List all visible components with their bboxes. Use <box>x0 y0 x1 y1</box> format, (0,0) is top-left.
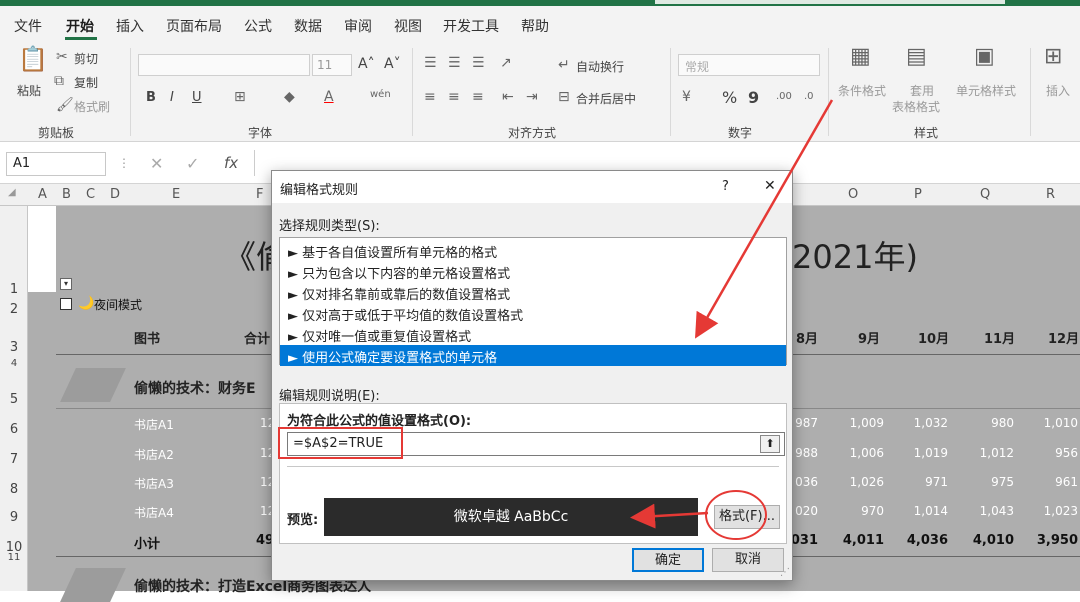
annotation-formula-box <box>278 427 403 459</box>
annotation-arrow-to-preview <box>630 503 709 529</box>
annotation-arrow-to-rule <box>695 99 834 339</box>
annotation-overlay <box>278 99 834 540</box>
annotation-format-circle <box>705 490 767 540</box>
